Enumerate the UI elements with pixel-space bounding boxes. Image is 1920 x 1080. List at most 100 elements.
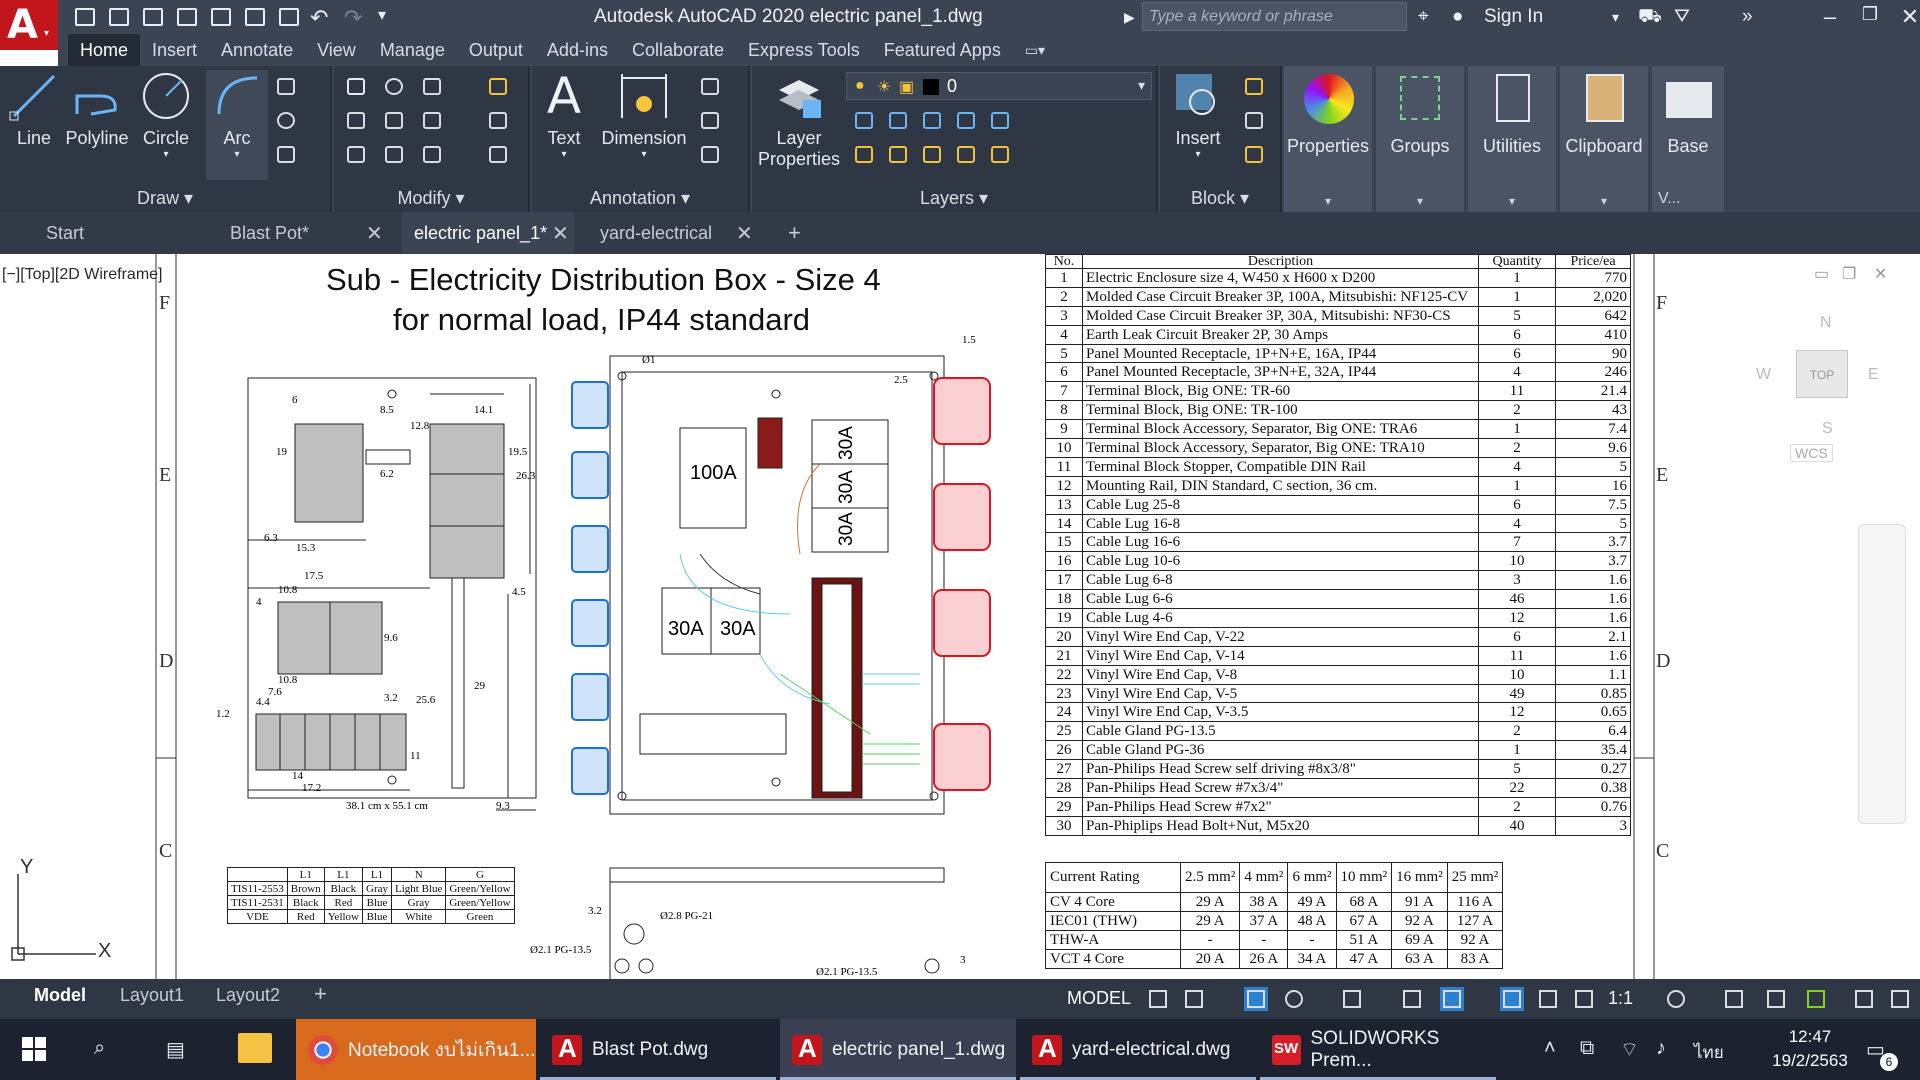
update-notification-icon[interactable] <box>1804 987 1828 1011</box>
modify-panel-title[interactable]: Modify ▾ <box>334 188 528 210</box>
viewcube-west[interactable]: W <box>1756 366 1771 384</box>
match-layer-icon[interactable] <box>986 142 1014 168</box>
search-expand-icon[interactable]: ▶ <box>1124 9 1135 26</box>
close-button[interactable]: ✕ <box>1890 4 1920 30</box>
mirror-icon[interactable] <box>380 108 408 134</box>
close-tab-icon[interactable]: ✕ <box>736 221 753 246</box>
model-space-toggle[interactable]: MODEL <box>1067 988 1131 1009</box>
input-language[interactable]: ไทย <box>1694 1039 1724 1066</box>
annotation-scale[interactable]: 1:1 <box>1608 988 1633 1009</box>
volume-icon[interactable]: ♪ <box>1656 1037 1666 1060</box>
groups-panel[interactable]: Groups ▾ <box>1376 66 1464 212</box>
file-tab-blast-pot[interactable]: Blast Pot* ✕ <box>218 212 388 254</box>
edit-attributes-icon[interactable] <box>1240 142 1268 168</box>
gradient-icon[interactable] <box>272 142 300 168</box>
minimize-button[interactable]: – <box>1810 4 1850 30</box>
stretch-icon[interactable] <box>342 142 370 168</box>
taskbar-app-solidworks[interactable]: SOLIDWORKS Prem... <box>1260 1019 1496 1080</box>
annotation-visibility-icon[interactable] <box>1500 987 1524 1011</box>
navigation-bar[interactable] <box>1858 524 1906 824</box>
clean-screen-icon[interactable] <box>1852 987 1876 1011</box>
cart-icon[interactable]: ⛟ <box>1638 6 1662 30</box>
search-icon[interactable]: ⌕ <box>94 1037 105 1060</box>
fillet-icon[interactable] <box>418 108 446 134</box>
line-button[interactable]: Line <box>4 70 64 149</box>
erase-icon[interactable] <box>484 74 512 100</box>
viewport-restore-icon[interactable]: ❐ <box>1842 264 1856 284</box>
layer-lock-icon[interactable] <box>952 108 980 134</box>
viewcube-south[interactable]: S <box>1822 420 1833 438</box>
rectangle-icon[interactable] <box>272 74 300 100</box>
dimension-button[interactable]: Dimension ▾ <box>596 70 692 160</box>
create-block-icon[interactable] <box>1240 74 1268 100</box>
tab-home[interactable]: Home <box>68 34 141 66</box>
save-as-icon[interactable] <box>174 5 200 29</box>
tab-annotate[interactable]: Annotate <box>209 34 305 66</box>
undo-icon[interactable]: ↶ <box>310 5 336 30</box>
polyline-button[interactable]: Polyline <box>64 70 130 149</box>
object-snap-tracking-icon[interactable] <box>1400 987 1424 1011</box>
open-from-web-icon[interactable] <box>208 5 234 29</box>
thaw-all-icon[interactable] <box>918 142 946 168</box>
annotation-scale-icon[interactable] <box>1572 987 1596 1011</box>
tab-view[interactable]: View <box>305 34 368 66</box>
tab-featured-apps[interactable]: Featured Apps <box>872 34 1013 66</box>
new-file-icon[interactable] <box>72 5 98 29</box>
wcs-menu[interactable]: WCS <box>1790 444 1833 462</box>
annotation-panel-title[interactable]: Annotation ▾ <box>532 188 748 210</box>
application-menu-button[interactable]: A ▾ <box>0 0 58 50</box>
text-button[interactable]: A Text ▾ <box>536 70 592 160</box>
taskbar-app-yard-electrical[interactable]: yard-electrical.dwg <box>1020 1019 1256 1080</box>
workspace-gear-icon[interactable] <box>1664 987 1688 1011</box>
user-icon[interactable]: ● <box>1452 6 1463 28</box>
circle-button[interactable]: Circle ▾ <box>134 70 198 160</box>
leader-icon[interactable] <box>696 108 724 134</box>
file-tab-yard-electrical[interactable]: yard-electrical ✕ <box>588 212 758 254</box>
customization-icon[interactable] <box>1888 987 1912 1011</box>
file-explorer-icon[interactable] <box>238 1033 272 1063</box>
layout-tab-model[interactable]: Model <box>34 985 86 1006</box>
new-tab-button[interactable]: + <box>776 212 801 254</box>
tab-insert[interactable]: Insert <box>140 34 209 66</box>
sign-in-dropdown-icon[interactable]: ▾ <box>1612 9 1619 26</box>
ribbon-options-icon[interactable]: ▭▾ <box>1013 34 1057 66</box>
unlock-icon[interactable] <box>952 142 980 168</box>
help-expand-icon[interactable]: » <box>1742 6 1753 28</box>
save-to-web-icon[interactable] <box>242 5 268 29</box>
close-tab-icon[interactable]: ✕ <box>552 221 569 246</box>
clipboard-panel[interactable]: Clipboard ▾ <box>1560 66 1648 212</box>
tab-collaborate[interactable]: Collaborate <box>620 34 736 66</box>
tab-add-ins[interactable]: Add-ins <box>535 34 620 66</box>
close-tab-icon[interactable]: ✕ <box>366 221 383 246</box>
save-icon[interactable] <box>140 5 166 29</box>
wifi-icon[interactable]: ⌔ <box>1620 1037 1639 1062</box>
table-icon[interactable] <box>696 142 724 168</box>
make-current-icon[interactable] <box>986 108 1014 134</box>
plot-icon[interactable] <box>276 5 302 29</box>
sign-in-link[interactable]: Sign In <box>1484 6 1543 28</box>
layer-isolate-icon[interactable] <box>884 108 912 134</box>
viewport-minimize-icon[interactable]: ▭ <box>1814 264 1829 284</box>
open-file-icon[interactable] <box>106 5 132 29</box>
viewport-close-icon[interactable]: ✕ <box>1874 264 1887 284</box>
scale-icon[interactable] <box>380 142 408 168</box>
drawing-canvas[interactable]: [−][Top][2D Wireframe] F E D C F E D C S… <box>0 254 1920 979</box>
offset-icon[interactable] <box>484 142 512 168</box>
utilities-panel[interactable]: Utilities ▾ <box>1468 66 1556 212</box>
object-snap-icon[interactable] <box>1440 987 1464 1011</box>
block-panel-title[interactable]: Block ▾ <box>1160 188 1280 210</box>
tab-manage[interactable]: Manage <box>368 34 457 66</box>
grid-icon[interactable] <box>1146 987 1170 1011</box>
layer-off-icon[interactable] <box>850 108 878 134</box>
layout-tab-layout1[interactable]: Layout1 <box>120 985 184 1006</box>
rotate-icon[interactable] <box>380 74 408 100</box>
layout-tab-layout2[interactable]: Layout2 <box>216 985 280 1006</box>
binoculars-icon[interactable]: ⌖ <box>1418 6 1429 28</box>
trim-icon[interactable] <box>418 74 446 100</box>
array-icon[interactable] <box>418 142 446 168</box>
insert-block-button[interactable]: Insert ▾ <box>1166 70 1230 160</box>
move-icon[interactable] <box>342 74 370 100</box>
layer-dropdown[interactable]: ● ☀ ▣ 0 ▾ <box>846 72 1152 100</box>
edit-block-icon[interactable] <box>1240 108 1268 134</box>
task-view-icon[interactable]: ▤ <box>166 1037 185 1062</box>
